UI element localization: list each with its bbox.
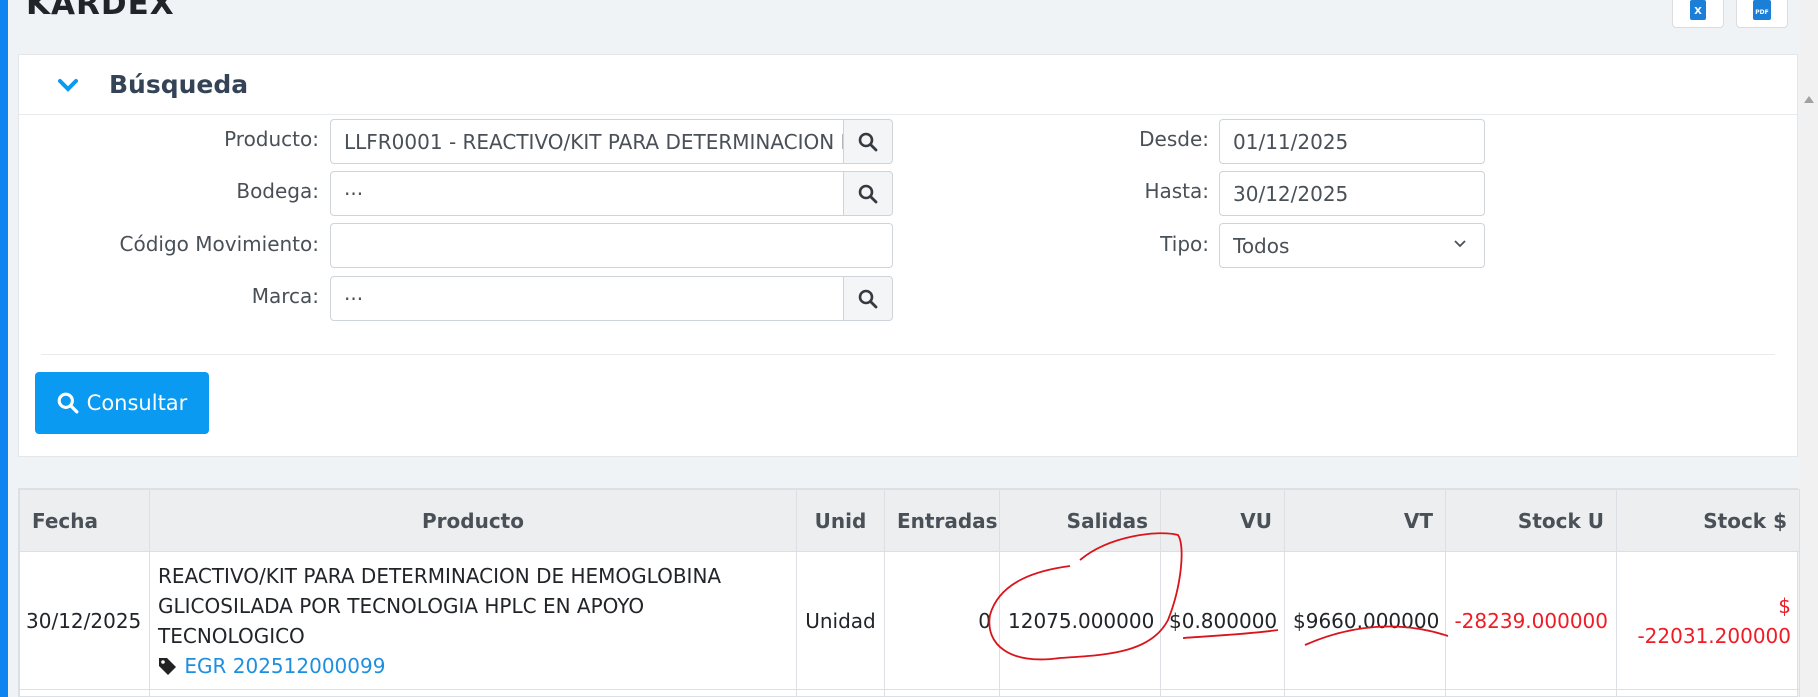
- producto-label: Producto:: [224, 127, 319, 151]
- tipo-select[interactable]: Todos: [1219, 223, 1485, 268]
- marca-search-button[interactable]: [843, 276, 893, 321]
- bodega-label: Bodega:: [236, 179, 319, 203]
- svg-text:X: X: [1694, 6, 1702, 17]
- table-row: 30/12/2025 REACTIVO/KIT PARA DETERMINACI…: [19, 551, 1800, 690]
- column-header-entradas[interactable]: Entradas: [884, 489, 1000, 552]
- cell-fecha: 30/12/2025: [19, 551, 150, 690]
- table-header-row: Fecha Producto Unid Entradas Salidas VU …: [19, 489, 1800, 552]
- tipo-label: Tipo:: [1160, 232, 1209, 256]
- consultar-button[interactable]: Consultar: [35, 372, 209, 434]
- pdf-icon: PDF: [1753, 0, 1771, 20]
- bodega-input[interactable]: ···: [330, 171, 844, 216]
- producto-input[interactable]: LLFR0001 - REACTIVO/KIT PARA DETERMINACI…: [330, 119, 844, 164]
- export-excel-button[interactable]: X: [1672, 0, 1724, 28]
- cell-salidas: 12075.000000: [999, 551, 1161, 690]
- cell-stock-u: -28239.000000: [1445, 551, 1617, 690]
- cell-stock-dollar: $ -22031.200000: [1616, 551, 1800, 690]
- cell-producto: REACTIVO/KIT PARA DETERMINACION DE HEMOG…: [149, 551, 797, 690]
- movement-tag-link[interactable]: EGR 202512000099: [158, 651, 788, 681]
- consultar-label: Consultar: [86, 391, 188, 415]
- column-header-salidas[interactable]: Salidas: [999, 489, 1161, 552]
- search-panel-header[interactable]: Búsqueda: [19, 55, 1797, 115]
- chevron-down-icon: [1454, 240, 1466, 248]
- column-header-unid[interactable]: Unid: [796, 489, 885, 552]
- codigo-movimiento-label: Código Movimiento:: [119, 232, 319, 256]
- page-title: KARDEX: [26, 0, 175, 22]
- producto-description: REACTIVO/KIT PARA DETERMINACION DE HEMOG…: [158, 563, 722, 648]
- column-header-stock-dollar[interactable]: Stock $: [1616, 489, 1800, 552]
- left-accent-stripe: [0, 0, 8, 697]
- stock-dollar-value: -22031.200000: [1637, 623, 1791, 648]
- tag-icon: [159, 657, 176, 675]
- excel-icon: X: [1690, 0, 1706, 20]
- kardex-table: Fecha Producto Unid Entradas Salidas VU …: [18, 488, 1800, 697]
- search-icon: [57, 392, 79, 414]
- table-row: [19, 689, 1800, 697]
- marca-input[interactable]: ···: [330, 276, 844, 321]
- search-icon: [858, 184, 878, 203]
- hasta-date-input[interactable]: 30/12/2025: [1219, 171, 1485, 216]
- search-icon: [858, 289, 878, 308]
- bodega-search-button[interactable]: [843, 171, 893, 216]
- cell-unid: Unidad: [796, 551, 885, 690]
- codigo-movimiento-input[interactable]: [330, 223, 893, 268]
- column-header-producto[interactable]: Producto: [149, 489, 797, 552]
- hasta-label: Hasta:: [1144, 179, 1209, 203]
- column-header-stock-u[interactable]: Stock U: [1445, 489, 1617, 552]
- column-header-vu[interactable]: VU: [1160, 489, 1285, 552]
- form-divider: [41, 354, 1775, 355]
- marca-label: Marca:: [251, 284, 319, 308]
- search-panel-title: Búsqueda: [109, 70, 249, 99]
- svg-text:PDF: PDF: [1755, 9, 1768, 16]
- producto-search-button[interactable]: [843, 119, 893, 164]
- export-pdf-button[interactable]: PDF: [1736, 0, 1788, 28]
- cell-vu: $0.800000: [1160, 551, 1285, 690]
- stock-dollar-sign: $: [1778, 593, 1791, 618]
- search-icon: [858, 132, 878, 151]
- chevron-down-icon[interactable]: [57, 74, 79, 96]
- cell-vt: $9660.000000: [1284, 551, 1446, 690]
- vertical-scrollbar[interactable]: [1800, 0, 1818, 697]
- scroll-up-arrow-icon[interactable]: [1804, 96, 1814, 103]
- desde-date-input[interactable]: 01/11/2025: [1219, 119, 1485, 164]
- column-header-vt[interactable]: VT: [1284, 489, 1446, 552]
- desde-label: Desde:: [1139, 127, 1209, 151]
- search-panel: Búsqueda Producto: LLFR0001 - REACTIVO/K…: [18, 54, 1798, 457]
- cell-entradas: 0: [884, 551, 1000, 690]
- column-header-fecha[interactable]: Fecha: [19, 489, 150, 552]
